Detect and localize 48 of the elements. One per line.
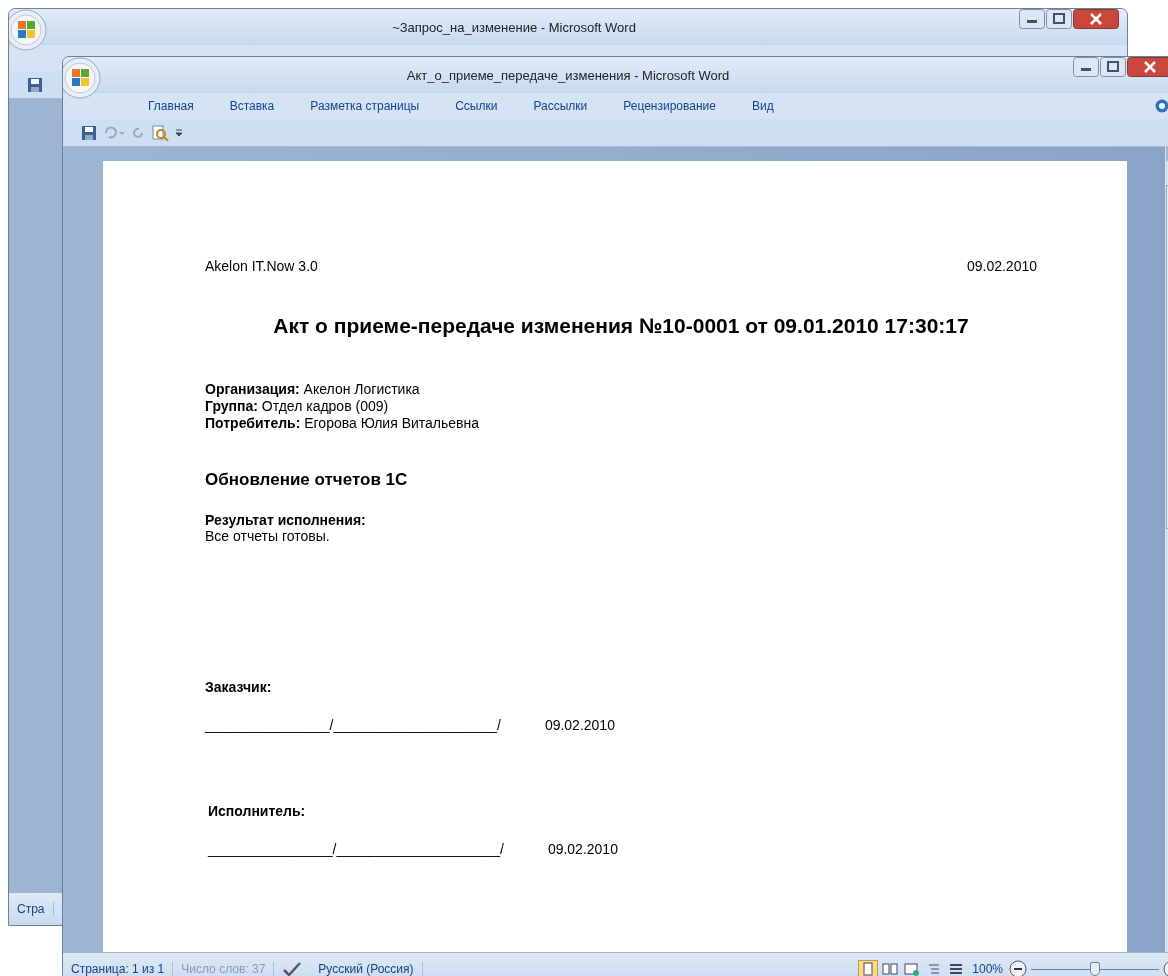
- help-icon[interactable]: [1155, 99, 1168, 113]
- field-line: Организация: Акелон Логистика: [205, 381, 421, 398]
- signature-line: ________________/_____________________/: [205, 717, 501, 733]
- maximize-icon[interactable]: [1100, 57, 1126, 77]
- status-text: Страница: 1 из 1: [63, 962, 174, 976]
- ribbon-tab[interactable]: Главная: [135, 95, 207, 117]
- office-logo-icon[interactable]: [63, 57, 101, 99]
- spelling-check-icon[interactable]: [282, 961, 303, 976]
- ribbon-tab[interactable]: Рецензирование: [610, 95, 729, 117]
- ribbon-tab[interactable]: Разметка страницы: [297, 95, 433, 117]
- zoom-slider[interactable]: [1031, 962, 1159, 976]
- header-date: 09.02.2010: [966, 258, 1037, 274]
- ribbon-tab[interactable]: Вид: [738, 95, 787, 117]
- status-page-count: Стра: [9, 902, 54, 916]
- signature-date: 09.02.2010: [544, 717, 615, 733]
- signature-role: Исполнитель:: [208, 803, 307, 819]
- field-line: Потребитель: Егорова Юлия Витальевна: [205, 415, 481, 432]
- print-layout-icon[interactable]: [858, 960, 879, 976]
- language-indicator[interactable]: Русский (Россия): [310, 962, 423, 976]
- minimize-icon[interactable]: [1073, 57, 1099, 77]
- document-title: Акт о приеме-передаче изменения №10-0001 от 09.01.2010 17:30:17: [272, 314, 970, 338]
- customize-toolbar-icon[interactable]: [175, 127, 183, 138]
- result-text: Все отчеты готовы.: [205, 528, 331, 544]
- save-icon[interactable]: [27, 76, 43, 93]
- ribbon-tab[interactable]: Вставка: [216, 95, 288, 117]
- field-line: Группа: Отдел кадров (009): [205, 398, 390, 415]
- print-preview-icon[interactable]: [151, 124, 169, 141]
- section-heading: Обновление отчетов 1С: [205, 470, 409, 490]
- close-icon[interactable]: [1073, 9, 1119, 29]
- close-icon[interactable]: [1127, 57, 1168, 77]
- window-title: Акт_о_приеме_передаче_изменения - Microsoft Word: [405, 67, 731, 83]
- window-title: ~Запрос_на_изменение - Microsoft Word: [391, 19, 637, 35]
- zoom-level-text[interactable]: 100%: [966, 962, 1009, 976]
- office-logo-icon[interactable]: [9, 9, 47, 51]
- signature-date: 09.02.2010: [547, 841, 618, 857]
- zoom-out-icon[interactable]: [1009, 960, 1027, 976]
- reading-layout-icon[interactable]: [880, 960, 901, 976]
- save-icon[interactable]: [81, 124, 97, 141]
- status-text: Число слов: 37: [173, 962, 275, 976]
- slider-thumb[interactable]: [1090, 962, 1100, 976]
- result-label: Результат исполнения:: [205, 512, 367, 528]
- ribbon-tab[interactable]: Ссылки: [442, 95, 511, 117]
- ribbon-tab[interactable]: Рассылки: [520, 95, 601, 117]
- header-text: Akelon IT.Now 3.0: [205, 258, 318, 274]
- minimize-icon[interactable]: [1019, 9, 1045, 29]
- maximize-icon[interactable]: [1046, 9, 1072, 29]
- signature-role: Заказчик:: [205, 679, 273, 695]
- signature-line: ________________/_____________________/: [208, 841, 504, 857]
